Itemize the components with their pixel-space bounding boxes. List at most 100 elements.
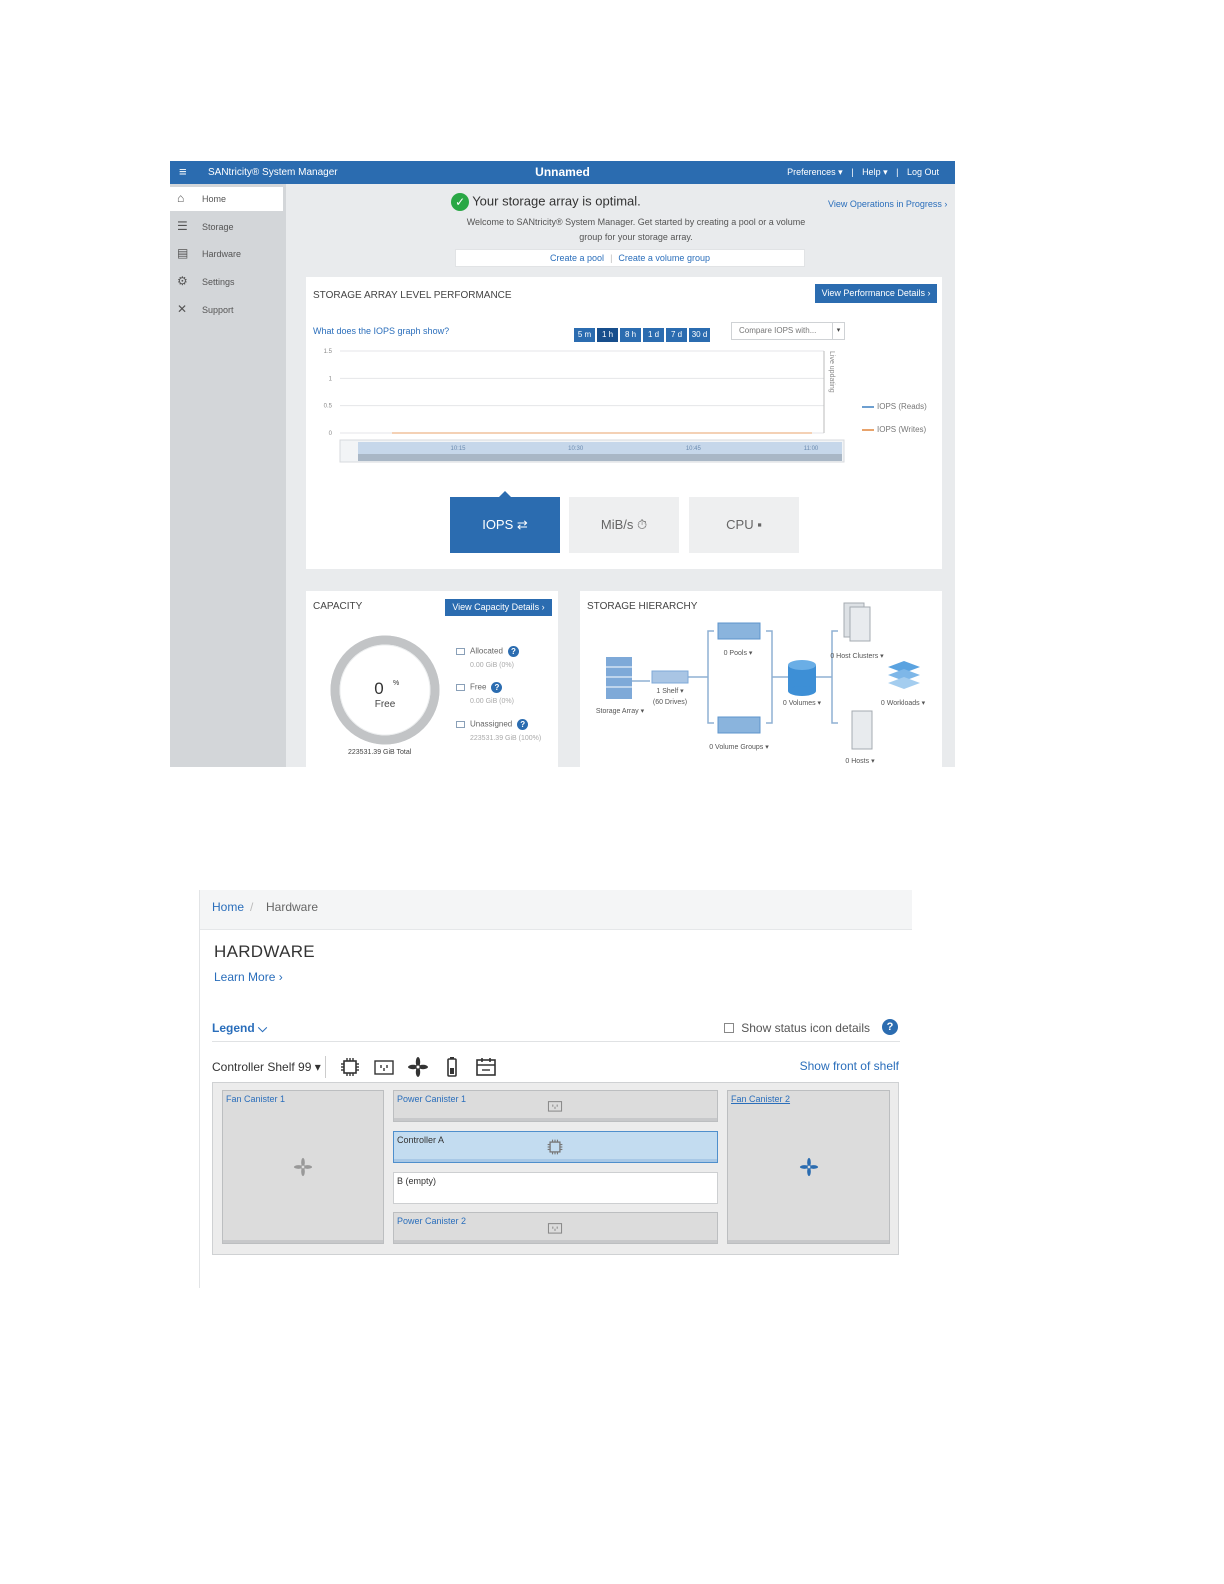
help-icon[interactable]: ?: [507, 646, 519, 657]
show-front-of-shelf-link[interactable]: Show front of shelf: [800, 1059, 899, 1073]
capacity-donut: 0 % Free: [330, 635, 440, 745]
volume-groups-label[interactable]: 0 Volume Groups ▾: [698, 743, 780, 751]
power-canister-1[interactable]: Power Canister 1: [393, 1090, 718, 1122]
controller-icon[interactable]: [339, 1056, 361, 1078]
view-performance-details-button[interactable]: View Performance Details ›: [815, 284, 937, 303]
capacity-title: CAPACITY: [313, 601, 363, 612]
legend-row: Legend ⌵ Show status icon details ?: [212, 1018, 900, 1042]
volume-group-icon[interactable]: [717, 716, 761, 734]
gear-icon: ⚙: [177, 274, 188, 288]
hardware-page-screenshot: Home / Hardware HARDWARE Learn More › Le…: [199, 890, 912, 1288]
volume-icon[interactable]: [788, 660, 816, 696]
storage-array-label[interactable]: Storage Array ▾: [588, 707, 652, 715]
overview-tick-label: 10:45: [686, 446, 702, 452]
sidebar-item-storage[interactable]: ☰ Storage: [170, 215, 283, 239]
create-separator: |: [610, 253, 613, 263]
sidebar-item-home[interactable]: ⌂ Home: [170, 187, 283, 211]
controller-a[interactable]: Controller A: [393, 1131, 718, 1163]
fan-icon: [293, 1157, 313, 1177]
view-operations-link[interactable]: View Operations in Progress ›: [828, 199, 947, 209]
storage-array-icon[interactable]: [606, 657, 632, 699]
legend-value: 223531.39 GiB (100%): [470, 735, 542, 742]
component-label: Power Canister 1: [397, 1094, 467, 1104]
legend-toggle[interactable]: Legend ⌵: [212, 1021, 267, 1036]
capacity-percent-sign: %: [393, 680, 399, 687]
help-icon[interactable]: ?: [491, 682, 503, 693]
workload-icon[interactable]: [888, 661, 920, 689]
storage-hierarchy-panel: STORAGE HIERARCHY Storage Array ▾ 1 Shel…: [580, 591, 942, 767]
help-icon[interactable]: ?: [882, 1019, 898, 1035]
learn-more-link[interactable]: Learn More ›: [214, 970, 283, 984]
power-canister-2[interactable]: Power Canister 2: [393, 1212, 718, 1244]
preferences-menu[interactable]: Preferences ▾: [787, 167, 843, 177]
legend-item-reads: IOPS (Reads): [862, 402, 927, 411]
capacity-percent: 0: [374, 679, 383, 698]
overview-tick-label: 10:30: [568, 446, 584, 452]
fan-icon: [799, 1157, 819, 1177]
shelf-view: Fan Canister 1 Power Canister 1 Controll…: [212, 1082, 899, 1255]
sidebar-item-hardware[interactable]: ▤ Hardware: [170, 242, 283, 266]
tab-cpu[interactable]: CPU ▪: [689, 497, 799, 553]
performance-panel: STORAGE ARRAY LEVEL PERFORMANCE View Per…: [306, 277, 942, 569]
power-icon[interactable]: [373, 1056, 395, 1078]
component-label: Controller A: [397, 1135, 445, 1145]
system-manager-home-screenshot: ≡ SANtricity® System Manager Unnamed Pre…: [170, 161, 955, 767]
component-label: Fan Canister 1: [226, 1094, 286, 1104]
create-volume-group-link[interactable]: Create a volume group: [618, 253, 710, 263]
pools-label[interactable]: 0 Pools ▾: [708, 649, 768, 657]
help-menu[interactable]: Help ▾: [862, 167, 888, 177]
toolbar-divider: [325, 1056, 326, 1078]
pool-icon[interactable]: [717, 622, 761, 640]
y-tick-label: 0.5: [324, 404, 333, 410]
iops-help-link[interactable]: What does the IOPS graph show?: [313, 326, 449, 336]
host-cluster-icon[interactable]: [843, 602, 871, 642]
sidebar-item-label: Support: [202, 305, 234, 315]
breadcrumb: Home / Hardware: [200, 890, 912, 930]
breadcrumb-home-link[interactable]: Home: [212, 900, 244, 914]
component-label: Fan Canister 2: [731, 1094, 791, 1104]
host-icon[interactable]: [851, 710, 873, 750]
tab-iops[interactable]: IOPS ⇄: [450, 491, 560, 553]
logout-link[interactable]: Log Out: [907, 167, 939, 177]
hardware-icon: ▤: [177, 246, 189, 260]
create-pool-link[interactable]: Create a pool: [550, 253, 604, 263]
host-clusters-label[interactable]: 0 Host Clusters ▾: [820, 652, 894, 660]
battery-icon[interactable]: [441, 1056, 463, 1078]
calendar-icon[interactable]: [475, 1056, 497, 1078]
view-capacity-details-button[interactable]: View Capacity Details ›: [445, 599, 552, 616]
legend-label: Free: [470, 682, 487, 692]
tab-mibs[interactable]: MiB/s ⏱: [569, 497, 679, 553]
volumes-label[interactable]: 0 Volumes ▾: [772, 699, 832, 707]
hosts-label[interactable]: 0 Hosts ▾: [832, 757, 888, 765]
show-status-checkbox[interactable]: [724, 1023, 735, 1033]
legend-label: Allocated: [470, 646, 503, 656]
performance-title: STORAGE ARRAY LEVEL PERFORMANCE: [313, 290, 512, 301]
capacity-legend-allocated: Allocated? 0.00 GiB (0%): [456, 646, 519, 669]
compare-select-value: Compare IOPS with...: [739, 326, 817, 335]
shelf-select[interactable]: Controller Shelf 99 ▾: [212, 1060, 321, 1074]
fan-icon[interactable]: [407, 1056, 429, 1078]
sidebar-item-label: Settings: [202, 277, 235, 287]
top-bar-links: Preferences ▾ | Help ▾ | Log Out: [781, 167, 939, 178]
overview-selection[interactable]: [358, 442, 842, 454]
workloads-label[interactable]: 0 Workloads ▾: [868, 699, 938, 707]
sidebar-item-settings[interactable]: ⚙ Settings: [170, 270, 283, 294]
breadcrumb-separator: /: [250, 900, 254, 914]
overview-scrollbar[interactable]: [358, 454, 842, 461]
drives-count: (60 Drives): [652, 699, 688, 706]
shelf-label[interactable]: 1 Shelf ▾: [642, 687, 698, 695]
controller-b-empty[interactable]: B (empty): [393, 1172, 718, 1204]
status-line: ✓ Your storage array is optimal.: [306, 193, 786, 211]
y-tick-label: 1: [329, 376, 333, 382]
show-status-details-toggle[interactable]: Show status icon details: [724, 1021, 870, 1035]
y-tick-label: 1.5: [324, 349, 333, 355]
sidebar-item-support[interactable]: ✕ Support: [170, 298, 283, 322]
help-icon[interactable]: ?: [517, 719, 529, 730]
home-icon: ⌂: [177, 191, 185, 205]
fan-canister-1[interactable]: Fan Canister 1: [222, 1090, 384, 1244]
fan-canister-2[interactable]: Fan Canister 2: [727, 1090, 890, 1244]
hierarchy-diagram: [606, 602, 920, 750]
sidebar-item-label: Hardware: [202, 249, 242, 259]
shelf-icon[interactable]: [651, 670, 689, 684]
page-title: HARDWARE: [214, 942, 315, 961]
